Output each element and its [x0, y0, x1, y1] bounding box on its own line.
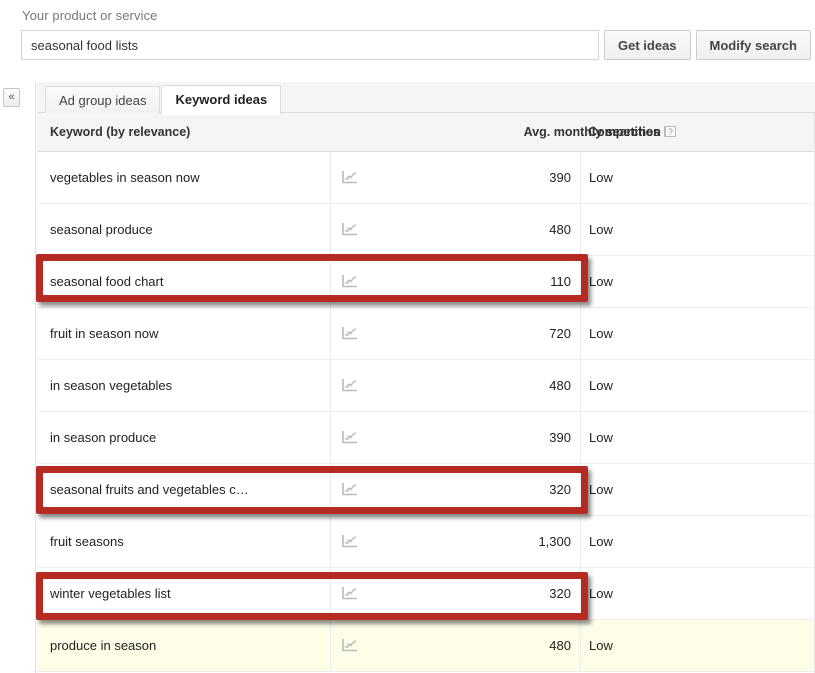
- table-body: vegetables in season now 390 Low seasonal p…: [37, 152, 814, 672]
- search-volume-trend-icon[interactable]: [342, 534, 358, 548]
- column-divider: [580, 516, 581, 568]
- cell-avg-monthly-searches: 320: [549, 586, 571, 601]
- column-header-keyword[interactable]: Keyword (by relevance): [50, 125, 190, 139]
- column-divider: [580, 204, 581, 256]
- column-divider: [580, 152, 581, 204]
- cell-keyword[interactable]: fruit in season now: [50, 326, 330, 341]
- cell-competition: Low: [589, 586, 613, 601]
- left-rail: «: [0, 82, 36, 673]
- table-row[interactable]: in season produce 390 Low: [37, 412, 814, 464]
- modify-search-button[interactable]: Modify search: [695, 30, 811, 60]
- cell-competition: Low: [589, 378, 613, 393]
- cell-competition: Low: [589, 170, 613, 185]
- table-row[interactable]: fruit in season now 720 Low: [37, 308, 814, 360]
- get-ideas-button[interactable]: Get ideas: [604, 30, 691, 60]
- column-divider: [330, 256, 331, 308]
- search-volume-trend-icon[interactable]: [342, 430, 358, 444]
- collapse-panel-icon[interactable]: «: [3, 88, 20, 107]
- search-volume-trend-icon[interactable]: [342, 586, 358, 600]
- table-row[interactable]: produce in season 480 Low: [37, 620, 814, 672]
- cell-keyword[interactable]: vegetables in season now: [50, 170, 330, 185]
- cell-avg-monthly-searches: 480: [549, 222, 571, 237]
- column-divider: [580, 308, 581, 360]
- cell-competition: Low: [589, 274, 613, 289]
- column-divider: [330, 152, 331, 204]
- keyword-planner-page: Your product or service Get ideas Modify…: [0, 0, 815, 673]
- tab-list: Ad group ideas Keyword ideas: [45, 85, 282, 115]
- cell-competition: Low: [589, 638, 613, 653]
- cell-competition: Low: [589, 222, 613, 237]
- column-header-keyword-label: Keyword (by relevance): [50, 125, 191, 139]
- search-volume-trend-icon[interactable]: [342, 222, 358, 236]
- search-volume-trend-icon[interactable]: [342, 274, 358, 288]
- column-divider: [580, 464, 581, 516]
- column-divider: [580, 620, 581, 672]
- cell-avg-monthly-searches: 1,300: [538, 534, 571, 549]
- tab-ad-group-ideas[interactable]: Ad group ideas: [45, 86, 161, 114]
- column-divider: [580, 568, 581, 620]
- cell-competition: Low: [589, 482, 613, 497]
- product-or-service-input[interactable]: [21, 30, 599, 60]
- search-area: Your product or service Get ideas Modify…: [0, 0, 815, 76]
- cell-competition: Low: [589, 326, 613, 341]
- cell-keyword[interactable]: in season vegetables: [50, 378, 330, 393]
- help-icon-competition[interactable]: ?: [664, 126, 676, 137]
- table-row[interactable]: in season vegetables 480 Low: [37, 360, 814, 412]
- cell-keyword[interactable]: seasonal produce: [50, 222, 330, 237]
- cell-avg-monthly-searches: 390: [549, 170, 571, 185]
- cell-keyword[interactable]: seasonal fruits and vegetables c…: [50, 482, 330, 497]
- keyword-ideas-table: Keyword (by relevance) Avg. monthly sear…: [37, 113, 815, 673]
- cell-keyword[interactable]: produce in season: [50, 638, 330, 653]
- tab-strip: Ad group ideas Keyword ideas: [37, 82, 815, 115]
- table-row[interactable]: vegetables in season now 390 Low: [37, 152, 814, 204]
- cell-avg-monthly-searches: 480: [549, 638, 571, 653]
- cell-avg-monthly-searches: 480: [549, 378, 571, 393]
- tab-keyword-ideas[interactable]: Keyword ideas: [161, 85, 282, 115]
- column-divider: [330, 568, 331, 620]
- cell-keyword[interactable]: fruit seasons: [50, 534, 330, 549]
- table-header-row: Keyword (by relevance) Avg. monthly sear…: [37, 113, 814, 152]
- cell-keyword[interactable]: seasonal food chart: [50, 274, 330, 289]
- table-row[interactable]: seasonal fruits and vegetables c… 320 Low: [37, 464, 814, 516]
- search-label: Your product or service: [22, 8, 158, 23]
- table-row[interactable]: fruit seasons 1,300 Low: [37, 516, 814, 568]
- column-divider: [330, 308, 331, 360]
- column-header-competition[interactable]: Competition?: [588, 125, 676, 139]
- search-volume-trend-icon[interactable]: [342, 482, 358, 496]
- table-row[interactable]: seasonal produce 480 Low: [37, 204, 814, 256]
- column-divider: [330, 516, 331, 568]
- column-divider: [330, 620, 331, 672]
- cell-keyword[interactable]: winter vegetables list: [50, 586, 330, 601]
- cell-avg-monthly-searches: 320: [549, 482, 571, 497]
- cell-competition: Low: [589, 430, 613, 445]
- cell-keyword[interactable]: in season produce: [50, 430, 330, 445]
- search-volume-trend-icon[interactable]: [342, 326, 358, 340]
- search-volume-trend-icon[interactable]: [342, 170, 358, 184]
- table-row[interactable]: seasonal food chart 110 Low: [37, 256, 814, 308]
- cell-avg-monthly-searches: 390: [549, 430, 571, 445]
- column-divider: [580, 256, 581, 308]
- table-row[interactable]: winter vegetables list 320 Low: [37, 568, 814, 620]
- cell-avg-monthly-searches: 720: [549, 326, 571, 341]
- cell-avg-monthly-searches: 110: [550, 274, 571, 289]
- cell-competition: Low: [589, 534, 613, 549]
- search-volume-trend-icon[interactable]: [342, 378, 358, 392]
- search-volume-trend-icon[interactable]: [342, 638, 358, 652]
- search-row: Get ideas Modify search: [21, 30, 811, 60]
- column-divider: [330, 464, 331, 516]
- column-divider: [330, 204, 331, 256]
- column-header-competition-label: Competition: [588, 125, 661, 139]
- column-divider: [330, 412, 331, 464]
- column-divider: [580, 360, 581, 412]
- column-divider: [580, 412, 581, 464]
- column-divider: [330, 360, 331, 412]
